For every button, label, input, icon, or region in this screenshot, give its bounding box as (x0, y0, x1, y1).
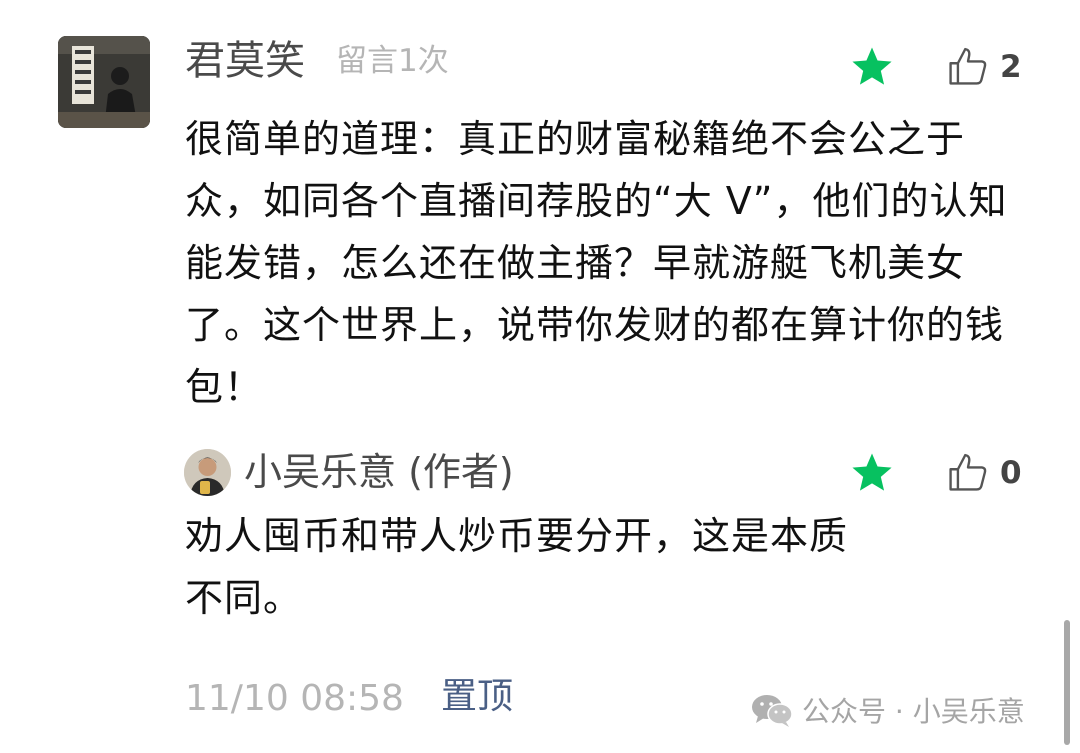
scrollbar[interactable] (1064, 620, 1070, 745)
pin-button[interactable]: 置顶 (441, 674, 513, 720)
reply-avatar-image (184, 449, 231, 496)
comment-text: 很简单的道理：真正的财富秘籍绝不会公之于众，如同各个直播间荐股的“大 V”，他们… (185, 117, 1008, 409)
star-icon[interactable] (849, 44, 895, 90)
comment-count-badge: 留言1次 (336, 43, 449, 79)
avatar-image (58, 36, 150, 128)
reply-text: 劝人囤币和带人炒币要分开，这是本质不同。 (185, 514, 849, 620)
thumbs-up-icon[interactable] (946, 44, 990, 88)
avatar[interactable] (58, 36, 150, 128)
thumbs-up-icon[interactable] (946, 450, 990, 494)
reply-avatar[interactable] (184, 449, 231, 496)
like-count: 2 (1000, 49, 1022, 85)
reply-like-count: 0 (1000, 455, 1022, 491)
wechat-icon (752, 695, 793, 727)
timestamp: 11/10 08:58 (185, 678, 404, 719)
comment-username[interactable]: 君莫笑 (185, 36, 305, 86)
watermark-text: 公众号 · 小吴乐意 (802, 695, 1025, 728)
reply-author[interactable]: 小吴乐意 (作者) (244, 448, 514, 496)
star-icon[interactable] (849, 450, 895, 496)
watermark: 公众号 · 小吴乐意 (750, 690, 1025, 730)
